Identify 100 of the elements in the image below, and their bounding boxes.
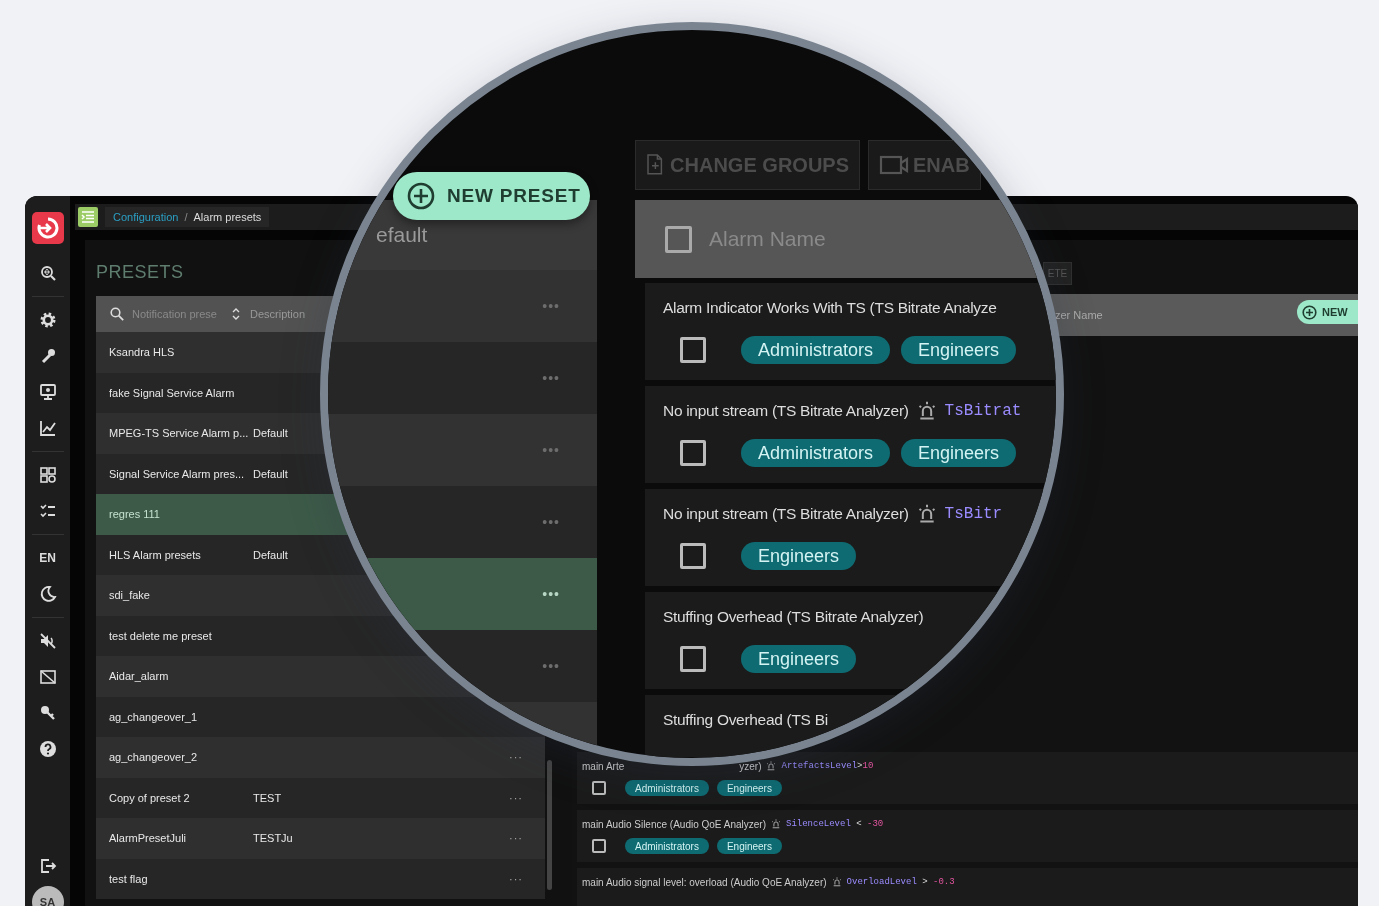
column-header: zer Name: [1055, 309, 1103, 321]
alarm-title: No input stream (TS Bitrate Analyzer): [663, 505, 909, 523]
column-header: efault: [376, 223, 428, 247]
more-button[interactable]: •••: [542, 586, 560, 602]
logout-icon[interactable]: [38, 857, 57, 875]
group-tag: Engineers: [741, 645, 857, 673]
breadcrumb-current: Alarm presets: [193, 211, 262, 223]
grid-icon[interactable]: [38, 466, 57, 484]
alarm-title: main Audio Silence (Audio QoE Analyzer): [582, 818, 766, 830]
group-tag: Administrators: [625, 838, 709, 854]
preset-description: TEST: [253, 791, 282, 804]
preset-row[interactable]: •••: [367, 558, 597, 630]
alarm-title: Alarm Indicator Works With TS (TS Bitrate Analyze: [663, 299, 997, 317]
preset-name: AlarmPresetJuli: [109, 832, 188, 845]
group-tag: Engineers: [741, 542, 857, 570]
checkbox[interactable]: [680, 337, 706, 363]
preset-row[interactable]: Copy of preset 2 TEST ···: [96, 777, 545, 818]
preset-row[interactable]: AlarmPresetJuli TESTJu ···: [96, 818, 545, 859]
siren-icon: [916, 504, 937, 524]
more-button[interactable]: ···: [509, 872, 523, 885]
sort-icon[interactable]: [232, 307, 240, 321]
group-tag: Engineers: [716, 780, 782, 796]
preset-name: Copy of preset 2: [109, 791, 191, 804]
preset-name: ag_changeover_1: [109, 710, 199, 723]
alarm-title: yzer): [739, 760, 762, 772]
alarm-card[interactable]: Alarm Indicator Works With TS (TS Bitrate Analyze Administrators Engineers: [645, 283, 1056, 380]
group-tag: Administrators: [625, 780, 709, 796]
alarm-card[interactable]: main Audio signal level: overload (Audio QoE Analyzer) OverloadLevel > -0.3: [577, 868, 1358, 906]
alarm-card[interactable]: No input stream (TS Bitrate Analyzer) TsBitr Engineers: [645, 489, 1044, 586]
preset-name: ag_changeover_2: [109, 751, 199, 764]
siren-icon: [771, 819, 781, 829]
alarm-card[interactable]: No input stream (TS Bitrate Analyzer) TsBitrat Administrators Engineers: [645, 386, 1056, 483]
condition-text: TsBitrat: [944, 402, 1022, 420]
plus-icon: [1302, 304, 1317, 320]
group-tag: Administrators: [741, 439, 891, 467]
condition-text: SilenceLevel < -30: [786, 819, 884, 829]
new-preset-button[interactable]: NEW PRESET: [393, 172, 590, 220]
preset-name: test flag: [109, 872, 149, 885]
more-button[interactable]: ···: [509, 832, 523, 845]
condition-text: OverloadLevel > -0.3: [846, 877, 955, 887]
alarm-card[interactable]: main Arte yzer) ArtefactsLevel>10 Administrators Engineers: [577, 752, 1358, 804]
new-alarm-button[interactable]: NEW: [1297, 300, 1358, 324]
alarm-title: main Audio signal level: overload (Audio QoE Analyzer): [582, 876, 827, 888]
app-logo[interactable]: [31, 212, 64, 244]
alarm-card[interactable]: main Audio Silence (Audio QoE Analyzer) SilenceLevel < -30 Administrators Engineers: [577, 810, 1358, 862]
scrollbar[interactable]: [547, 760, 552, 890]
preset-name: Aidar_alarm: [109, 670, 170, 683]
preset-name: fake Signal Service Alarm: [109, 386, 236, 399]
siren-icon: [916, 401, 937, 421]
help-icon[interactable]: [38, 740, 57, 758]
checkbox[interactable]: [592, 839, 606, 853]
siren-icon: [766, 761, 777, 771]
breadcrumb-link[interactable]: Configuration: [113, 211, 179, 223]
panel-title: PRESETS: [96, 262, 185, 282]
group-tag: Engineers: [901, 336, 1017, 364]
preset-name: test delete me preset: [109, 629, 213, 642]
alarm-title: Stuffing Overhead (TS Bi: [663, 711, 828, 729]
preset-name: MPEG-TS Service Alarm p...: [109, 427, 250, 440]
checkbox[interactable]: [665, 225, 692, 253]
checkbox[interactable]: [592, 781, 606, 795]
user-avatar[interactable]: SA: [31, 886, 64, 906]
search-icon[interactable]: [38, 264, 57, 282]
preset-name: sdi_fake: [109, 589, 151, 602]
mute-icon[interactable]: [38, 632, 57, 650]
checkbox[interactable]: [680, 543, 706, 569]
group-tag: Administrators: [741, 336, 891, 364]
preset-name: HLS Alarm presets: [109, 548, 202, 561]
preset-row[interactable]: test flag ···: [96, 858, 545, 899]
checkbox[interactable]: [680, 646, 706, 672]
alarm-card[interactable]: Stuffing Overhead (TS Bitrate Analyzer) Engineers: [645, 592, 998, 689]
moon-icon[interactable]: [38, 585, 57, 603]
condition-text: TsBitr: [944, 505, 1003, 523]
checkbox[interactable]: [680, 440, 706, 466]
column-header: Description: [250, 308, 306, 320]
preset-row[interactable]: ag_changeover_2 ···: [96, 737, 545, 778]
group-tag: Engineers: [901, 439, 1017, 467]
checklist-icon[interactable]: [38, 502, 57, 520]
preset-description: Default: [253, 548, 288, 561]
language-label[interactable]: EN: [39, 551, 56, 565]
preset-name: Ksandra HLS: [109, 346, 176, 359]
key-icon[interactable]: [38, 704, 57, 722]
gear-icon[interactable]: [38, 311, 57, 329]
search-icon: [110, 307, 124, 321]
preset-description: TESTJu: [253, 832, 293, 845]
camera-icon: [879, 153, 909, 177]
preset-name: Signal Service Alarm pres...: [109, 467, 246, 480]
preset-description: Default: [253, 467, 288, 480]
alarm-title: No input stream (TS Bitrate Analyzer): [663, 402, 909, 420]
more-button[interactable]: ···: [509, 791, 523, 804]
plus-icon: [407, 182, 435, 210]
group-tag: Engineers: [716, 838, 782, 854]
breadcrumb-separator: /: [184, 211, 188, 223]
preset-name: regres 111: [109, 508, 161, 521]
no-image-icon[interactable]: [38, 668, 57, 686]
siren-icon: [831, 877, 842, 887]
preset-description: Default: [253, 427, 288, 440]
chart-icon[interactable]: [38, 419, 57, 437]
condition-text: ArtefactsLevel>10: [781, 761, 874, 771]
alarm-title: main Arte: [582, 760, 625, 772]
monitor-icon[interactable]: [38, 383, 57, 401]
